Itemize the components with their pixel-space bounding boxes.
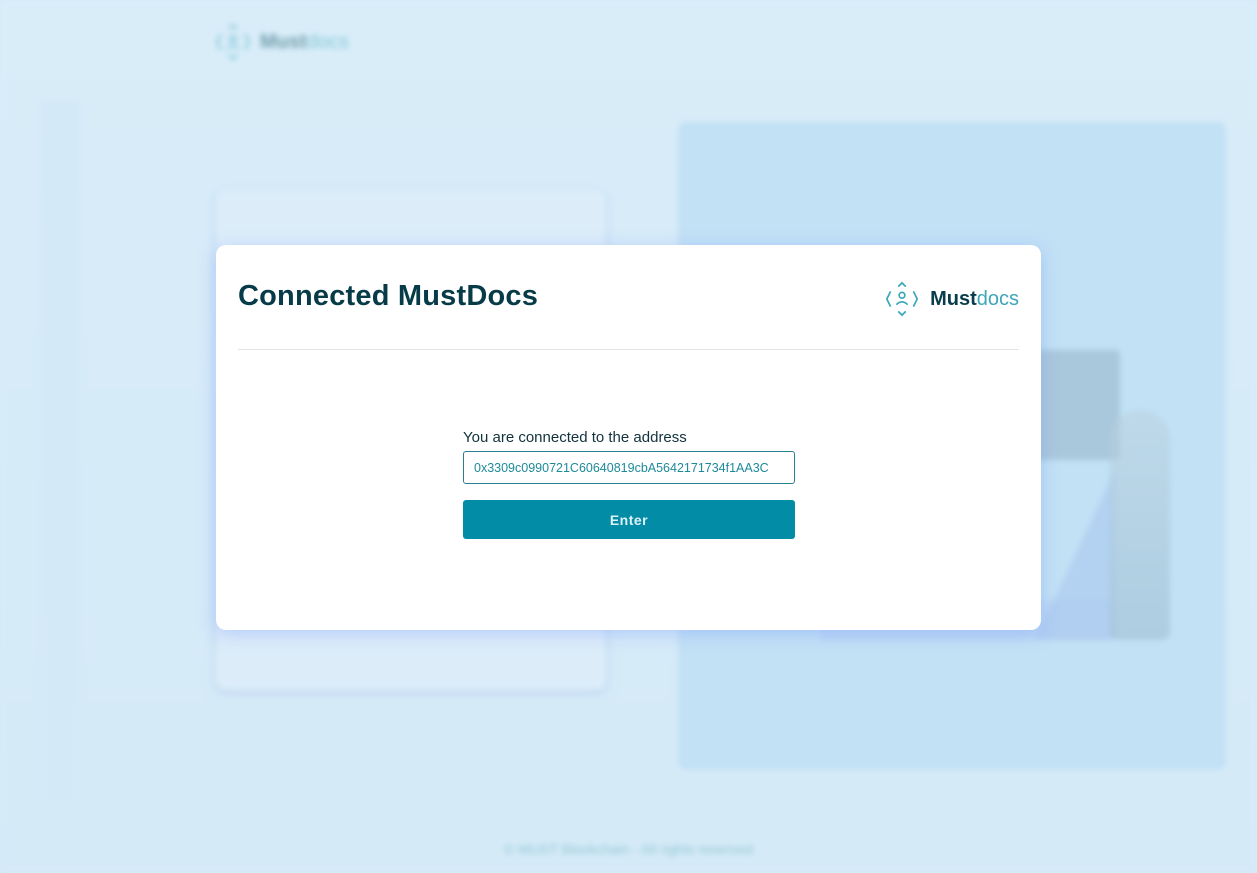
background-header [0, 0, 1257, 80]
mustdocs-logo: Mustdocs [882, 280, 1019, 318]
logo-text-main: Must [930, 287, 977, 310]
enter-button[interactable]: Enter [463, 500, 795, 539]
connected-modal: Connected MustDocs Mustdocs You are conn… [216, 245, 1041, 630]
background-footer: © MUST Blockchain - All rights reserved [504, 841, 753, 857]
connected-address-label: You are connected to the address [463, 429, 687, 446]
modal-divider [238, 349, 1019, 350]
background-logo: Mustdocs [212, 22, 349, 62]
mustdocs-logo-icon [215, 24, 251, 61]
wallet-address-field[interactable]: 0x3309c0990721C60640819cbA5642171734f1AA… [463, 451, 795, 484]
background-illustration-person [1110, 410, 1170, 640]
background-logo-accent: docs [306, 30, 349, 53]
mustdocs-logo-icon [885, 281, 919, 317]
background-logo-main: Must [260, 30, 307, 53]
logo-text-accent: docs [976, 287, 1019, 310]
background-left-strip [40, 100, 80, 800]
modal-title: Connected MustDocs [238, 280, 539, 312]
